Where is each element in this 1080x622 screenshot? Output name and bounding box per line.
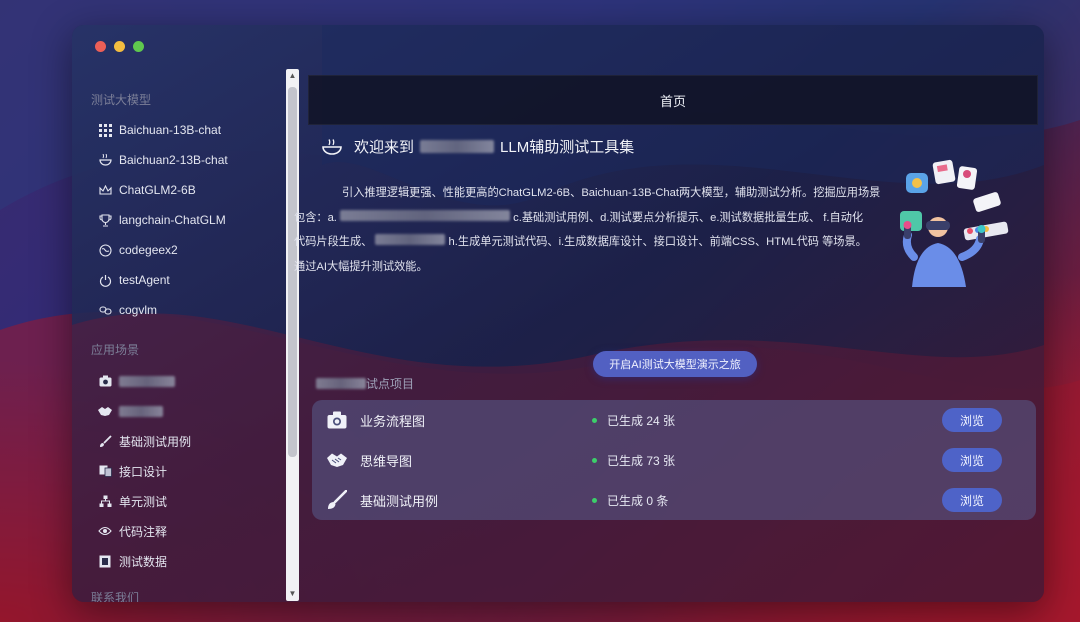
pilot-projects-card: 业务流程图 已生成 24 张 浏览 思维导图 已生成 73 张 浏览 基础测试用… <box>312 400 1036 520</box>
sidebar-item-baichuan-13b[interactable]: Baichuan-13B-chat <box>98 120 221 140</box>
status-dot <box>592 457 597 463</box>
intro-line-3b: h.生成单元测试代码、i.生成数据库设计、接口设计、前端CSS、HTML代码 等… <box>448 236 867 248</box>
handshake-icon <box>98 404 112 418</box>
sidebar-item-label: testAgent <box>119 273 170 287</box>
sidebar-item-label: cogvlm <box>119 303 158 317</box>
brush-icon <box>98 434 112 448</box>
redacted-text <box>340 209 511 221</box>
vr-person-illustration <box>900 159 1009 287</box>
status-dot <box>592 497 597 503</box>
handshake-icon <box>326 449 348 471</box>
trophy-icon <box>98 213 112 227</box>
power-icon <box>98 273 112 287</box>
list-item: 基础测试用例 已生成 0 条 浏览 <box>312 480 1040 520</box>
grid-icon <box>98 123 112 137</box>
intro-line-4: 通过AI大幅提升测试效能。 <box>294 260 428 273</box>
page-title: 首页 <box>659 93 686 109</box>
project-name: 业务流程图 <box>360 413 426 429</box>
redacted-text <box>375 234 446 245</box>
browse-button[interactable]: 浏览 <box>942 488 1002 512</box>
welcome-heading: 欢迎来到 LLM辅助测试工具集 <box>322 136 634 157</box>
brush-icon <box>326 489 348 511</box>
project-status: 已生成 0 条 <box>607 493 669 508</box>
film-icon <box>98 554 112 568</box>
sidebar-item-label: langchain-ChatGLM <box>119 213 226 227</box>
eye-icon <box>98 524 112 538</box>
project-status: 已生成 24 张 <box>607 413 676 428</box>
sidebar-scrollbar[interactable]: ▲ ▼ <box>286 69 299 601</box>
sidebar-item-baichuan2-13b[interactable]: Baichuan2-13B-chat <box>98 150 228 170</box>
sidebar: 测试大模型 Baichuan-13B-chat Baichuan2-13B-ch… <box>72 65 286 602</box>
scroll-up-arrow-icon[interactable]: ▲ <box>288 71 297 81</box>
sidebar-item-testagent[interactable]: testAgent <box>98 270 170 290</box>
sidebar-item-label: Baichuan-13B-chat <box>119 123 222 137</box>
section-title-models: 测试大模型 <box>91 93 152 107</box>
status-dot <box>592 417 597 423</box>
sidebar-item-cogvlm[interactable]: cogvlm <box>98 300 157 320</box>
intro-paragraph: 引入推理逻辑更强、性能更高的ChatGLM2-6B、Baichuan-13B-C… <box>294 181 888 279</box>
minimize-window-button[interactable] <box>114 41 125 52</box>
sidebar-item-unit-test[interactable]: 单元测试 <box>98 491 167 511</box>
intro-line-2a: 包含：a. <box>294 211 337 224</box>
section-title-scenes: 应用场景 <box>91 343 140 357</box>
pilot-projects-title: 试点项目 <box>316 375 414 392</box>
sidebar-item-label: 代码注释 <box>119 524 168 539</box>
main-content: 首页 欢迎来到 LLM辅助测试工具集 引入推理逻辑更强、性能更高的ChatGLM… <box>294 75 1038 595</box>
bowl-icon <box>98 153 112 167</box>
redacted-label <box>119 375 175 387</box>
intro-line-1: 引入推理逻辑更强、性能更高的ChatGLM2-6B、Baichuan-13B-C… <box>342 187 881 199</box>
sidebar-item-chatglm2[interactable]: ChatGLM2-6B <box>98 180 196 200</box>
redacted-name <box>420 140 495 153</box>
sidebar-item-code-comment[interactable]: 代码注释 <box>98 521 167 541</box>
start-demo-label: 开启AI测试大模型演示之旅 <box>609 359 741 371</box>
close-window-button[interactable] <box>95 41 106 52</box>
redacted-label <box>119 405 163 417</box>
sidebar-item-scene-1[interactable] <box>98 371 175 391</box>
maximize-window-button[interactable] <box>133 41 144 52</box>
sidebar-item-label: 基础测试用例 <box>119 434 192 449</box>
sidebar-item-label: Baichuan2-13B-chat <box>119 153 228 167</box>
sidebar-item-scene-2[interactable] <box>98 401 163 421</box>
sitemap-icon <box>98 494 112 508</box>
window-controls <box>95 41 144 52</box>
sidebar-item-label: 单元测试 <box>119 494 168 509</box>
intro-line-3a: 代码片段生成、 <box>294 236 373 248</box>
sidebar-item-label: 接口设计 <box>119 464 168 479</box>
browse-button[interactable]: 浏览 <box>942 448 1002 472</box>
camera-icon <box>98 374 112 388</box>
sidebar-item-label: 测试数据 <box>119 554 168 569</box>
page-header: 首页 <box>308 75 1038 125</box>
section-title-contact: 联系我们 <box>91 591 140 602</box>
welcome-suffix: LLM辅助测试工具集 <box>500 139 635 156</box>
welcome-prefix: 欢迎来到 <box>354 139 415 156</box>
bowl-icon <box>322 138 342 155</box>
browse-button[interactable]: 浏览 <box>942 408 1002 432</box>
start-demo-button[interactable]: 开启AI测试大模型演示之旅 <box>593 351 757 377</box>
scroll-down-arrow-icon[interactable]: ▼ <box>288 589 297 599</box>
app-window: 测试大模型 Baichuan-13B-chat Baichuan2-13B-ch… <box>72 25 1044 602</box>
project-name: 基础测试用例 <box>360 493 439 509</box>
globe-icon <box>98 243 112 257</box>
sidebar-item-label: codegeex2 <box>119 243 178 257</box>
sidebar-item-basic-testcase[interactable]: 基础测试用例 <box>98 431 191 451</box>
pilot-projects-label: 试点项目 <box>366 377 415 391</box>
project-name: 思维导图 <box>360 453 413 469</box>
link-icon <box>98 303 112 317</box>
sidebar-item-label: ChatGLM2-6B <box>119 183 196 197</box>
sidebar-item-test-data[interactable]: 测试数据 <box>98 551 167 571</box>
sidebar-item-api-design[interactable]: 接口设计 <box>98 461 167 481</box>
project-status: 已生成 73 张 <box>607 453 676 468</box>
crown-icon <box>98 183 112 197</box>
list-item: 思维导图 已生成 73 张 浏览 <box>312 440 1040 480</box>
sidebar-item-codegeex2[interactable]: codegeex2 <box>98 240 178 260</box>
list-item: 业务流程图 已生成 24 张 浏览 <box>312 400 1040 440</box>
sidebar-item-langchain[interactable]: langchain-ChatGLM <box>98 210 226 230</box>
camera-icon <box>326 409 348 431</box>
intro-line-2b: c.基础测试用例、d.测试要点分析提示、e.测试数据批量生成、 f.自动化 <box>513 211 864 224</box>
cards-icon <box>98 464 112 478</box>
redacted-text <box>316 378 366 389</box>
